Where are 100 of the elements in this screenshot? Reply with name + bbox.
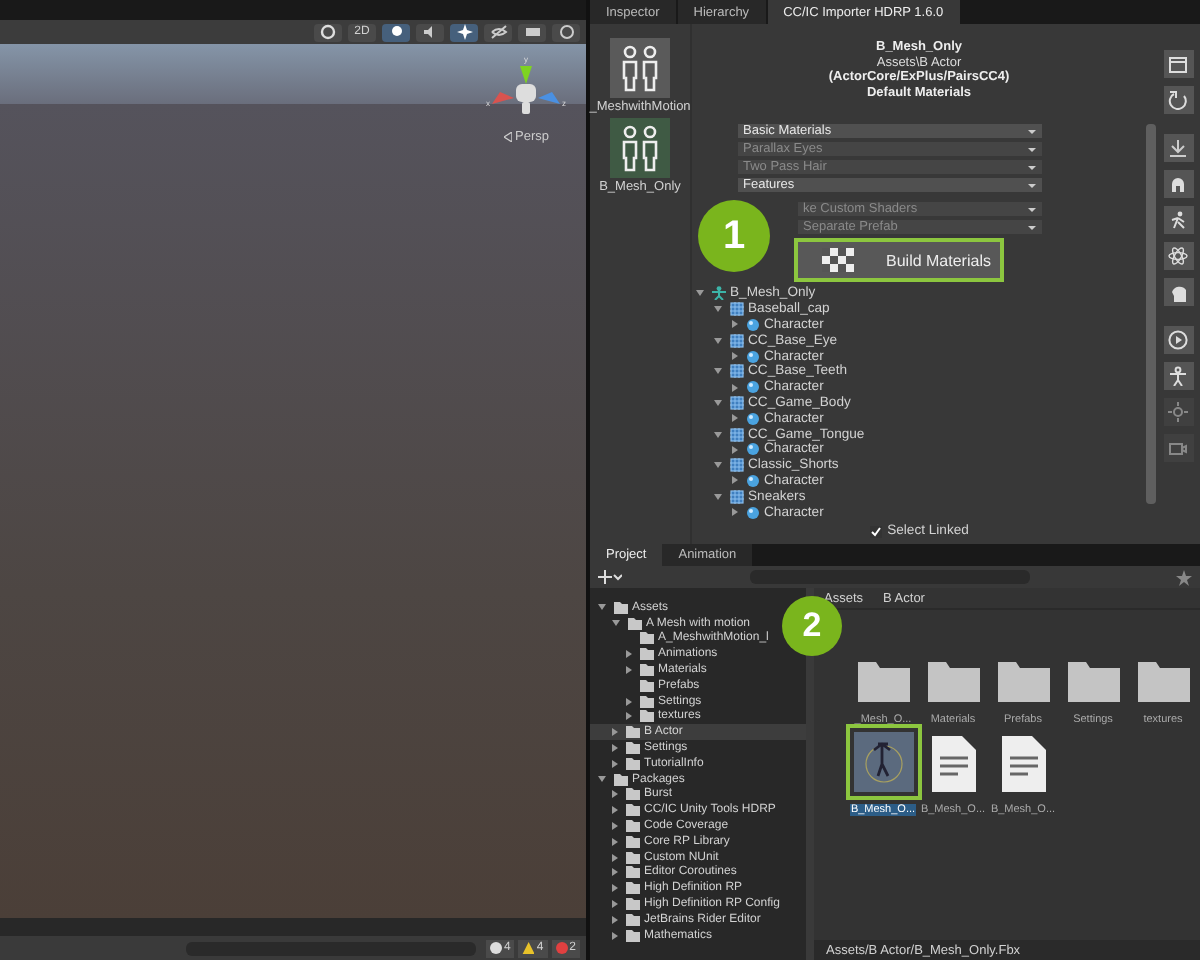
- grid-icon: [730, 458, 744, 473]
- gizmo-toggle[interactable]: [552, 23, 580, 41]
- refresh-icon: [1168, 90, 1188, 110]
- light-toggle[interactable]: [382, 23, 410, 41]
- expand-arrow[interactable]: [714, 493, 722, 500]
- expand-arrow[interactable]: [612, 853, 618, 862]
- expand-arrow[interactable]: [714, 462, 722, 469]
- hair-button[interactable]: [1163, 170, 1193, 198]
- expand-arrow[interactable]: [612, 806, 618, 815]
- sphere-icon: [746, 473, 760, 488]
- checkmark-icon: [869, 525, 882, 537]
- expand-arrow[interactable]: [612, 915, 618, 924]
- expand-arrow[interactable]: [732, 476, 738, 485]
- expand-arrow[interactable]: [612, 790, 618, 799]
- star-icon[interactable]: [1176, 569, 1192, 585]
- caret-icon: [1027, 207, 1035, 215]
- build-materials-button[interactable]: Build Materials: [798, 242, 1000, 278]
- expand-arrow[interactable]: [598, 604, 606, 611]
- play-icon: [1168, 330, 1188, 350]
- expand-arrow[interactable]: [732, 414, 738, 423]
- sun-icon: [1168, 402, 1188, 422]
- character-thumbnail[interactable]: [609, 118, 670, 178]
- expand-arrow[interactable]: [612, 759, 618, 768]
- people-icon: [617, 124, 662, 172]
- window-icon: [1168, 55, 1188, 73]
- pose-button[interactable]: [1163, 206, 1193, 234]
- checkerboard-icon: [822, 248, 854, 272]
- light-button[interactable]: [1163, 398, 1193, 426]
- expand-arrow[interactable]: [612, 620, 620, 627]
- scrollbar-thumb[interactable]: [1146, 124, 1156, 504]
- caret-icon: [1027, 225, 1035, 233]
- play-button[interactable]: [1163, 326, 1193, 354]
- expand-arrow[interactable]: [612, 931, 618, 940]
- warning-icon: [522, 942, 535, 954]
- grid-icon: [730, 302, 744, 317]
- import-button[interactable]: [1163, 134, 1193, 162]
- expand-arrow[interactable]: [626, 697, 632, 706]
- create-button[interactable]: [598, 570, 622, 584]
- expand-arrow[interactable]: [598, 776, 606, 783]
- camera-icon: [523, 24, 541, 40]
- head-icon: [1168, 174, 1188, 194]
- info-icon: [489, 942, 502, 954]
- expand-arrow[interactable]: [612, 744, 618, 753]
- running-figure-icon: [1168, 210, 1188, 230]
- figure-icon: [712, 286, 726, 301]
- sphere-icon: [746, 411, 760, 426]
- caret-icon: [1027, 165, 1035, 173]
- character-thumbnail[interactable]: [610, 38, 670, 98]
- camera-toggle[interactable]: [518, 23, 546, 41]
- globe-icon: [557, 24, 575, 40]
- circle-icon: [320, 24, 336, 40]
- checkbox[interactable]: [869, 525, 882, 537]
- plus-icon: [598, 570, 622, 584]
- expand-arrow[interactable]: [714, 368, 722, 375]
- expand-arrow[interactable]: [612, 837, 618, 846]
- head-profile-icon: [1168, 282, 1188, 302]
- grid-icon: [730, 427, 744, 442]
- hidden-toggle[interactable]: [484, 23, 512, 41]
- grid-icon: [730, 364, 744, 379]
- expand-arrow[interactable]: [612, 868, 618, 877]
- caret-icon: [1027, 129, 1035, 137]
- grid-icon: [730, 395, 744, 410]
- expand-arrow[interactable]: [696, 290, 704, 297]
- expand-arrow[interactable]: [612, 728, 618, 737]
- audio-toggle[interactable]: [416, 23, 444, 41]
- grid-icon: [730, 333, 744, 348]
- expand-arrow[interactable]: [612, 822, 618, 831]
- download-icon: [1168, 138, 1188, 158]
- expand-arrow[interactable]: [714, 306, 722, 313]
- expand-arrow[interactable]: [626, 650, 632, 659]
- expand-arrow[interactable]: [714, 337, 722, 344]
- triangle-left-icon: [503, 132, 511, 142]
- expand-arrow[interactable]: [732, 320, 738, 329]
- fx-toggle[interactable]: [450, 23, 478, 41]
- sphere-icon: [746, 317, 760, 332]
- physics-button[interactable]: [1163, 242, 1193, 270]
- eye-slash-icon: [489, 24, 507, 40]
- sphere-icon: [746, 349, 760, 364]
- expand-arrow[interactable]: [612, 900, 618, 909]
- expand-arrow[interactable]: [714, 399, 722, 406]
- reset-button[interactable]: [1163, 86, 1193, 114]
- caret-icon: [1027, 147, 1035, 155]
- sparkle-icon: [455, 24, 473, 40]
- error-icon: [555, 942, 568, 954]
- face-button[interactable]: [1163, 278, 1193, 306]
- expand-arrow[interactable]: [612, 884, 618, 893]
- expand-arrow[interactable]: [714, 431, 722, 438]
- people-icon: [618, 44, 662, 92]
- caret-icon: [1027, 183, 1035, 191]
- bulb-icon: [387, 24, 405, 40]
- preview-window-button[interactable]: [1163, 50, 1193, 78]
- expand-arrow[interactable]: [732, 508, 738, 517]
- camera-button[interactable]: [1163, 434, 1193, 462]
- sphere-icon: [746, 380, 760, 395]
- rig-button[interactable]: [1163, 362, 1193, 390]
- grid-icon: [730, 489, 744, 504]
- atom-icon: [1168, 246, 1188, 266]
- sphere-icon: [746, 442, 760, 457]
- shading-mode-button[interactable]: [314, 23, 342, 41]
- expand-arrow[interactable]: [626, 666, 632, 675]
